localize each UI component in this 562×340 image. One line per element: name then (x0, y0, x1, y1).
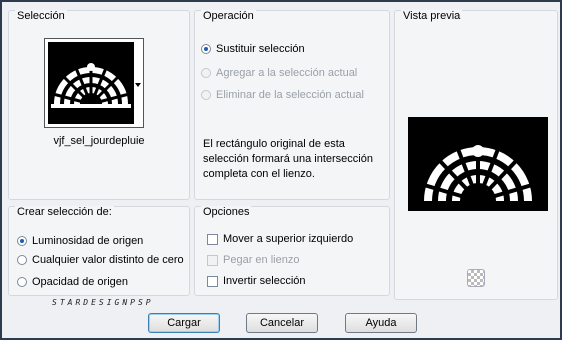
operation-description: El rectángulo original de esta selección… (203, 137, 373, 182)
paste-on-canvas-label: Pegar en lienzo (223, 254, 300, 266)
radio-indicator (17, 255, 27, 265)
fan-shape-preview (423, 145, 533, 203)
source-luminance-radio[interactable]: Luminosidad de origen (17, 235, 143, 247)
operation-legend: Operación (201, 10, 256, 22)
remove-from-selection-label: Eliminar de la selección actual (216, 89, 364, 101)
chevron-down-icon[interactable] (135, 83, 141, 87)
watermark-text: STARDESIGNPSP (52, 298, 154, 307)
radio-indicator (201, 44, 211, 54)
invert-selection-checkbox[interactable]: Invertir selección (207, 275, 306, 287)
preview-legend: Vista previa (401, 10, 463, 22)
selection-thumbnail (48, 42, 134, 124)
selection-thumbnail-picker[interactable] (44, 38, 144, 128)
add-to-selection-label: Agregar a la selección actual (216, 67, 358, 79)
radio-indicator (201, 68, 211, 78)
radio-indicator (17, 277, 27, 287)
paste-on-canvas-checkbox[interactable]: Pegar en lienzo (207, 254, 299, 266)
preview-image (408, 117, 548, 211)
remove-from-selection-radio[interactable]: Eliminar de la selección actual (201, 89, 364, 101)
replace-selection-radio[interactable]: Sustituir selección (201, 43, 305, 55)
add-to-selection-radio[interactable]: Agregar a la selección actual (201, 67, 357, 79)
move-top-left-label: Mover a superior izquierdo (223, 233, 354, 245)
checkbox-box (207, 254, 218, 266)
source-opacity-label: Opacidad de origen (32, 276, 129, 288)
selection-group: Selección vjf_sel_jourdepluie (8, 10, 190, 200)
description-line: El rectángulo original de esta (203, 138, 345, 150)
selection-load-dialog: Selección vjf_sel_jourdepluie Operación … (0, 0, 562, 340)
description-line: selección formará una intersección (203, 153, 373, 165)
help-button[interactable]: Ayuda (345, 313, 417, 333)
invert-selection-label: Invertir selección (223, 275, 306, 287)
transparency-icon[interactable] (467, 269, 485, 287)
selection-legend: Selección (15, 10, 67, 22)
cancel-button[interactable]: Cancelar (246, 313, 318, 333)
fan-shape-image (51, 63, 131, 108)
nonzero-value-radio[interactable]: Cualquier valor distinto de cero (17, 254, 184, 266)
checkbox-box (207, 233, 218, 245)
load-button[interactable]: Cargar (148, 313, 220, 333)
preview-group: Vista previa (394, 10, 558, 300)
operation-group: Operación Sustituir selección Agregar a … (194, 10, 390, 200)
create-selection-group: Crear selección de: Luminosidad de orige… (8, 206, 190, 296)
description-line: completa con el lienzo. (203, 168, 315, 180)
create-selection-legend: Crear selección de: (15, 206, 114, 218)
move-top-left-checkbox[interactable]: Mover a superior izquierdo (207, 233, 353, 245)
nonzero-value-label: Cualquier valor distinto de cero (32, 254, 184, 266)
selection-filename: vjf_sel_jourdepluie (53, 135, 145, 147)
checkbox-box (207, 275, 218, 287)
radio-indicator (201, 90, 211, 100)
options-group: Opciones Mover a superior izquierdo Pega… (194, 206, 390, 296)
options-legend: Opciones (201, 206, 252, 218)
source-luminance-label: Luminosidad de origen (32, 235, 144, 247)
replace-selection-label: Sustituir selección (216, 43, 305, 55)
radio-indicator (17, 236, 27, 246)
source-opacity-radio[interactable]: Opacidad de origen (17, 276, 128, 288)
